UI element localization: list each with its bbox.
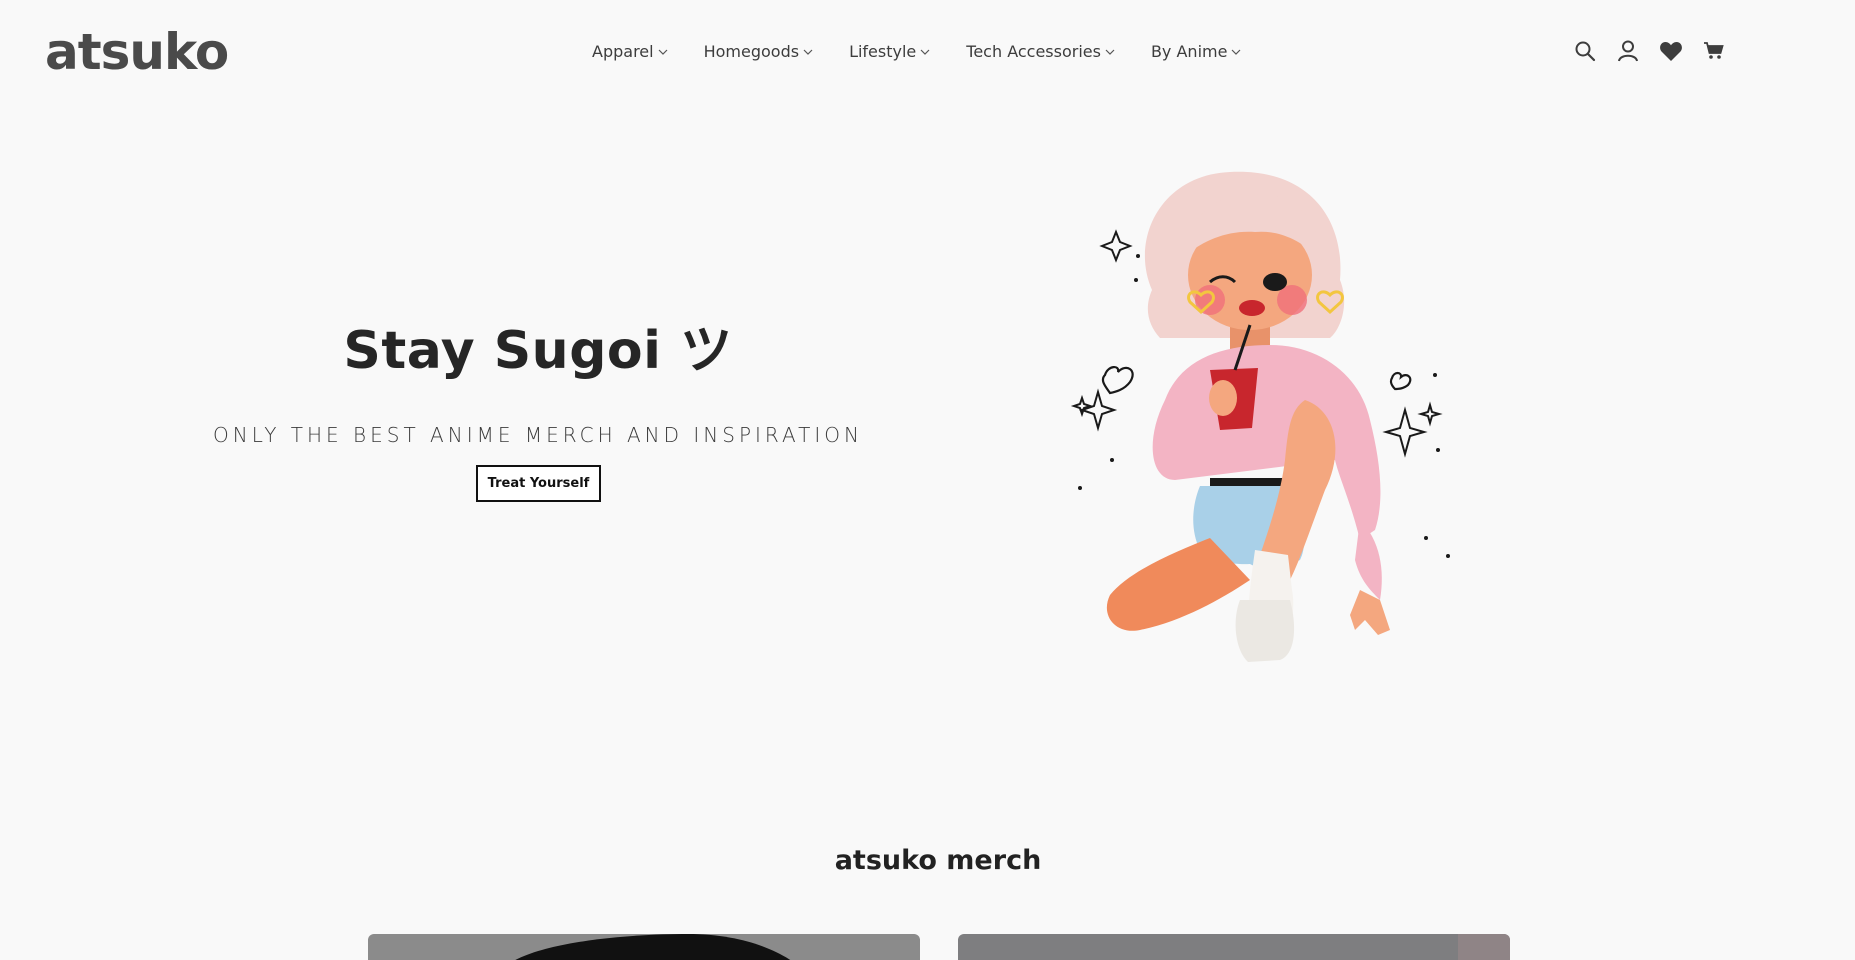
cart-icon [1704,42,1724,59]
nav-item-apparel[interactable]: Apparel [592,38,669,66]
search-button[interactable] [1572,38,1598,64]
section-title: atsuko merch [834,845,1042,876]
hero-illustration [1070,171,1450,662]
wishlist-heart-icon [1660,42,1682,61]
chevron-down-icon [1232,49,1241,55]
nav-item-tech-accessories[interactable]: Tech Accessories [966,38,1116,66]
search-icon [1575,41,1596,62]
chevron-down-icon [658,49,668,55]
cart-button[interactable] [1701,38,1727,64]
account-button[interactable] [1615,38,1641,64]
nav-item-homegoods[interactable]: Homegoods [704,38,814,66]
hero-subtitle: ONLY THE BEST ANIME MERCH AND INSPIRATIO… [213,423,863,447]
nav-item-label: Lifestyle [849,42,917,61]
nav-item-label: Homegoods [703,42,800,61]
main-nav: Apparel Homegoods Lifestyle Tech Accesso… [592,38,1277,66]
wishlist-button[interactable] [1658,38,1684,64]
chevron-down-icon [803,49,813,55]
product-card[interactable] [958,934,1510,960]
nav-item-label: By Anime [1150,42,1228,61]
chevron-down-icon [1105,49,1115,55]
product-image [1458,934,1510,960]
chevron-down-icon [920,49,930,55]
nav-item-by-anime[interactable]: By Anime [1151,38,1243,66]
header-icons [1572,38,1744,64]
nav-item-label: Apparel [592,42,654,61]
product-card[interactable] [368,934,920,960]
product-image [515,934,791,960]
nav-item-label: Tech Accessories [966,42,1101,61]
nav-item-lifestyle[interactable]: Lifestyle [849,38,931,66]
hero-title: Stay Sugoi ツ [343,321,733,381]
site-logo[interactable]: atsuko [45,22,229,82]
account-icon [1618,40,1638,62]
site-header: atsuko Apparel Homegoods Lifestyle Tech … [0,0,1855,104]
treat-yourself-button[interactable]: Treat Yourself [476,465,601,502]
